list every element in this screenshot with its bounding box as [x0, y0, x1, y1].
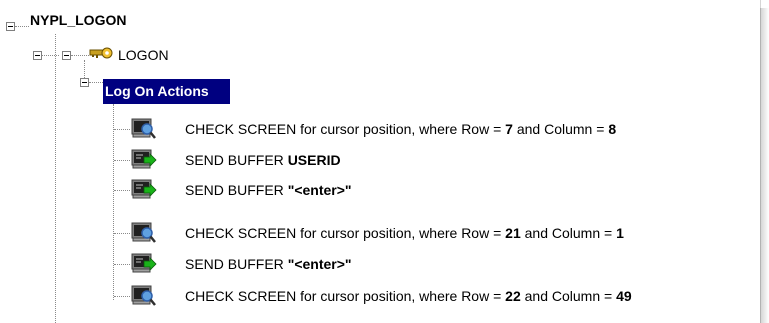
tree-node-log-on-actions[interactable]: Log On Actions: [103, 79, 230, 104]
buffer-value: "<enter>": [287, 182, 352, 198]
action-text: CHECK SCREEN for cursor position, where …: [185, 121, 506, 137]
action-text: and Column =: [512, 121, 609, 137]
row-value: 22: [505, 288, 521, 304]
tree-node-root[interactable]: NYPL_LOGON: [30, 11, 126, 29]
tree-connector: [42, 55, 59, 56]
action-item[interactable]: SEND BUFFER "<enter>": [185, 255, 352, 273]
tree-panel: NYPL_LOGON LOGON Log On Actions CHECK SC…: [0, 0, 761, 323]
action-text: CHECK SCREEN for cursor position, where …: [185, 225, 506, 241]
tree-connector: [114, 129, 130, 130]
collapse-toggle-root[interactable]: [6, 22, 15, 31]
check-screen-icon: [131, 285, 157, 307]
action-item[interactable]: CHECK SCREEN for cursor position, where …: [185, 287, 632, 305]
action-item[interactable]: SEND BUFFER "<enter>": [185, 181, 352, 199]
action-item[interactable]: SEND BUFFER USERID: [185, 151, 341, 169]
row-value: 7: [505, 121, 513, 137]
send-buffer-icon: [131, 253, 157, 275]
collapse-toggle-logon-parent[interactable]: [33, 51, 42, 60]
buffer-value: "<enter>": [287, 256, 352, 272]
tree-connector: [114, 264, 130, 265]
tree-connector: [114, 296, 130, 297]
row-value: 21: [505, 225, 521, 241]
action-text: and Column =: [520, 288, 617, 304]
action-text: SEND BUFFER: [185, 182, 288, 198]
action-text: and Column =: [520, 225, 617, 241]
collapse-toggle-logon[interactable]: [62, 51, 71, 60]
window-shadow: [760, 8, 769, 323]
check-screen-icon: [131, 118, 157, 140]
tree-connector: [84, 60, 85, 78]
tree-connector: [15, 26, 29, 27]
action-text: CHECK SCREEN for cursor position, where …: [185, 288, 506, 304]
tree-connector: [71, 55, 89, 56]
action-item[interactable]: CHECK SCREEN for cursor position, where …: [185, 224, 624, 242]
send-buffer-icon: [131, 149, 157, 171]
tree-connector: [114, 233, 130, 234]
tree-connector: [114, 190, 130, 191]
tree-connector: [55, 34, 56, 323]
buffer-value: USERID: [287, 152, 341, 168]
column-value: 49: [616, 288, 632, 304]
check-screen-icon: [131, 222, 157, 244]
column-value: 1: [616, 225, 624, 241]
action-text: SEND BUFFER: [185, 256, 288, 272]
key-icon: [89, 46, 113, 60]
send-buffer-icon: [131, 179, 157, 201]
collapse-toggle-log-on-actions[interactable]: [80, 78, 89, 87]
tree-node-log-on-actions-label: Log On Actions: [105, 83, 209, 99]
action-item[interactable]: CHECK SCREEN for cursor position, where …: [185, 120, 616, 138]
column-value: 8: [608, 121, 617, 137]
tree-connector: [89, 82, 103, 83]
tree-connector: [114, 160, 130, 161]
action-text: SEND BUFFER: [185, 152, 288, 168]
tree-node-logon[interactable]: LOGON: [118, 46, 169, 64]
tree-connector: [113, 104, 114, 300]
